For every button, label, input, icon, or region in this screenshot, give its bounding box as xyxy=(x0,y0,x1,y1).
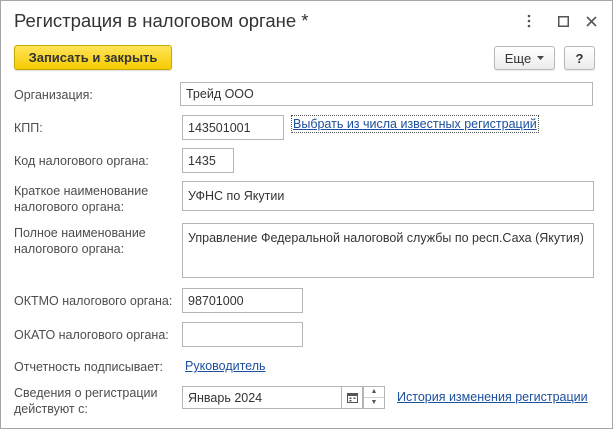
more-actions-icon[interactable] xyxy=(519,11,539,31)
date-spinner[interactable]: ▲ ▼ xyxy=(363,386,385,409)
oktmo-label: ОКТМО налогового органа: xyxy=(14,294,173,308)
full-name-field[interactable]: Управление Федеральной налоговой службы … xyxy=(182,223,594,278)
tax-office-code-label: Код налогового органа: xyxy=(14,154,149,168)
effective-date-label-line-1: Сведения о регистрации xyxy=(14,386,158,400)
tax-office-code-field[interactable]: 1435 xyxy=(182,148,234,173)
more-button-label: Еще xyxy=(504,50,532,66)
registration-history-link[interactable]: История изменения регистрации xyxy=(397,390,588,404)
save-and-close-button[interactable]: Записать и закрыть xyxy=(14,45,172,70)
short-name-label-line-1: Краткое наименование xyxy=(14,184,149,198)
okato-label: ОКАТО налогового органа: xyxy=(14,328,169,342)
window-title: Регистрация в налоговом органе * xyxy=(14,10,309,31)
registration-window: Регистрация в налоговом органе * Записат… xyxy=(0,0,613,429)
help-button[interactable]: ? xyxy=(564,46,595,70)
organization-label: Организация: xyxy=(14,88,93,102)
effective-date-label-line-2: действуют с: xyxy=(14,402,88,416)
spin-up-icon[interactable]: ▲ xyxy=(364,387,384,398)
signer-label: Отчетность подписывает: xyxy=(14,360,163,374)
oktmo-field[interactable]: 98701000 xyxy=(182,288,303,313)
full-name-label: Полное наименование налогового органа: xyxy=(14,225,146,257)
kpp-field[interactable]: 143501001 xyxy=(182,115,284,140)
kpp-label: КПП: xyxy=(14,121,43,135)
chevron-down-icon xyxy=(537,56,545,60)
maximize-icon[interactable] xyxy=(553,11,573,31)
organization-field[interactable]: Трейд ООО xyxy=(180,82,593,106)
more-button[interactable]: Еще xyxy=(494,46,555,70)
short-name-label-line-2: налогового органа: xyxy=(14,200,125,214)
full-name-label-line-2: налогового органа: xyxy=(14,242,125,256)
short-name-label: Краткое наименование налогового органа: xyxy=(14,183,148,215)
effective-date-field[interactable]: Январь 2024 xyxy=(182,386,342,409)
signer-link[interactable]: Руководитель xyxy=(185,359,266,373)
spin-down-icon[interactable]: ▼ xyxy=(364,398,384,409)
calendar-icon[interactable] xyxy=(342,386,363,409)
full-name-label-line-1: Полное наименование xyxy=(14,226,146,240)
select-known-registration-link[interactable]: Выбрать из числа известных регистраций xyxy=(291,115,539,133)
close-icon[interactable] xyxy=(581,11,601,31)
effective-date-label: Сведения о регистрации действуют с: xyxy=(14,385,157,417)
short-name-field[interactable]: УФНС по Якутии xyxy=(182,181,594,211)
okato-field[interactable] xyxy=(182,322,303,347)
